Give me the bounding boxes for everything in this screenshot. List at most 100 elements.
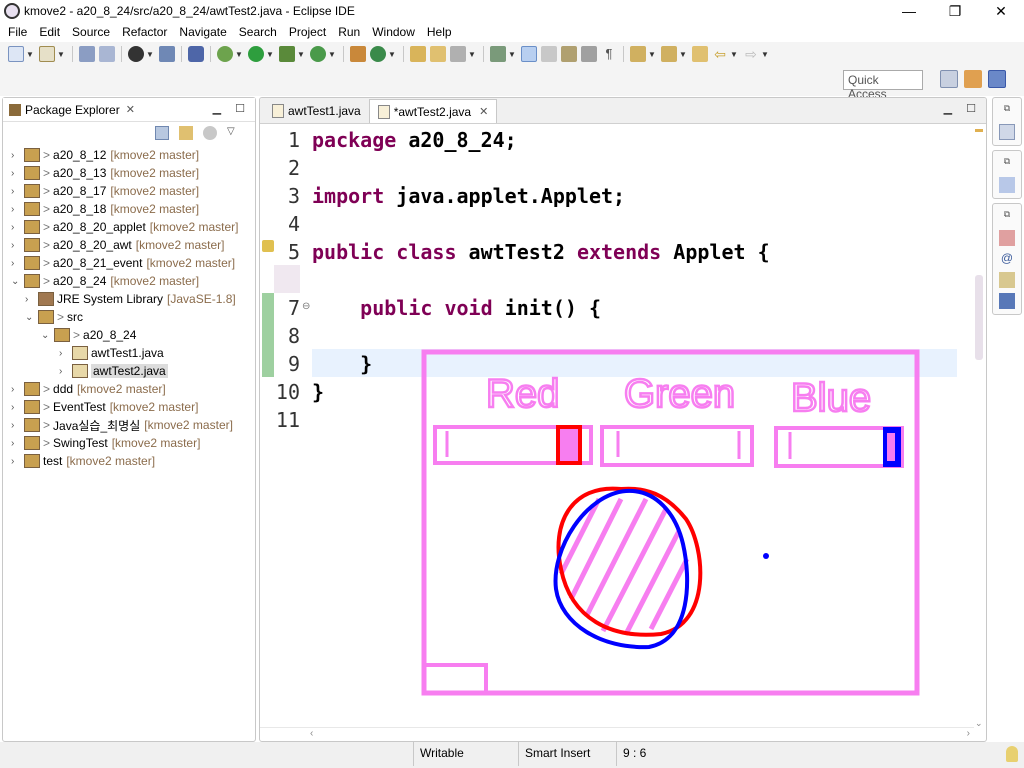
debug-icon[interactable] [217, 46, 233, 62]
new-dropdown-icon[interactable]: ▼ [26, 50, 34, 59]
menu-help[interactable]: Help [421, 22, 458, 42]
git-icon[interactable] [128, 46, 144, 62]
fold-toggle-icon[interactable]: ⊖ [302, 301, 310, 312]
expand-toggle-icon[interactable]: › [11, 402, 21, 413]
external-tools-dropdown-icon[interactable]: ▼ [328, 50, 336, 59]
java-perspective-icon[interactable] [988, 70, 1006, 88]
declaration-icon[interactable] [999, 272, 1015, 288]
block-selection-icon[interactable] [541, 46, 557, 62]
vertical-scrollbar[interactable]: ⌄ [972, 125, 986, 728]
scroll-down-icon[interactable]: ⌄ [975, 718, 983, 729]
expand-toggle-icon[interactable]: › [11, 258, 21, 269]
menu-navigate[interactable]: Navigate [173, 22, 232, 42]
problems-icon[interactable] [999, 230, 1015, 246]
expand-toggle-icon[interactable]: ⌄ [25, 312, 35, 323]
save-all-icon[interactable] [99, 46, 115, 62]
close-view-icon[interactable]: ✕ [126, 103, 135, 116]
close-button[interactable]: ✕ [978, 0, 1024, 22]
scroll-left-icon[interactable]: ‹ [310, 728, 313, 739]
expand-toggle-icon[interactable]: › [11, 168, 21, 179]
tree-item[interactable]: › > Java실습_최명실 [kmove2 master] [11, 416, 233, 434]
tab-awttest1[interactable]: awtTest1.java [264, 99, 369, 123]
tree-item[interactable]: ⌄ > a20_8_24 [41, 326, 136, 344]
code-line[interactable]: } [312, 378, 324, 406]
focus-icon[interactable] [203, 126, 217, 140]
tree-item[interactable]: › > a20_8_21_event [kmove2 master] [11, 254, 235, 272]
expand-toggle-icon[interactable]: ⌄ [11, 276, 21, 287]
restore-icon[interactable]: ⧉ [999, 156, 1015, 172]
git-dropdown-icon[interactable]: ▼ [146, 50, 154, 59]
debug-dropdown-icon[interactable]: ▼ [235, 50, 243, 59]
menu-file[interactable]: File [2, 22, 33, 42]
back-icon[interactable]: ⇦ [712, 46, 728, 62]
expand-toggle-icon[interactable]: › [25, 294, 35, 305]
search-dropdown-icon[interactable]: ▼ [468, 50, 476, 59]
code-line[interactable]: public void init() { [312, 294, 601, 322]
expand-toggle-icon[interactable]: › [11, 384, 21, 395]
tab-awttest2[interactable]: *awtTest2.java ✕ [368, 99, 498, 123]
open-perspective-icon[interactable] [940, 70, 958, 88]
maximize-editor-icon[interactable]: ☐ [966, 102, 976, 115]
package-explorer-title[interactable]: Package Explorer [25, 103, 120, 117]
menu-source[interactable]: Source [66, 22, 116, 42]
menu-project[interactable]: Project [283, 22, 332, 42]
tree-item[interactable]: ⌄ > a20_8_24 [kmove2 master] [11, 272, 199, 290]
new-wizard-icon[interactable] [39, 46, 55, 62]
expand-toggle-icon[interactable]: › [11, 222, 21, 233]
tree-item[interactable]: › > a20_8_13 [kmove2 master] [11, 164, 199, 182]
tip-bulb-icon[interactable] [1006, 746, 1018, 762]
tree-item[interactable]: › > a20_8_20_awt [kmove2 master] [11, 236, 224, 254]
minimize-view-icon[interactable]: ▁ [213, 102, 221, 115]
expand-toggle-icon[interactable]: › [59, 366, 69, 377]
tree-item[interactable]: ⌄ > src [25, 308, 83, 326]
tree-item[interactable]: › > a20_8_18 [kmove2 master] [11, 200, 199, 218]
new-icon[interactable] [8, 46, 24, 62]
console-view-icon[interactable] [999, 293, 1015, 309]
coverage-dropdown-icon[interactable]: ▼ [297, 50, 305, 59]
code-line[interactable]: } [312, 350, 372, 378]
annotation-dropdown-icon[interactable]: ▼ [508, 50, 516, 59]
tree-item[interactable]: › > a20_8_12 [kmove2 master] [11, 146, 199, 164]
pilcrow-icon[interactable]: ¶ [601, 46, 617, 62]
task-list-icon[interactable] [999, 124, 1015, 140]
console-icon[interactable] [159, 46, 175, 62]
coverage-icon[interactable] [279, 46, 295, 62]
scroll-right-icon[interactable]: › [967, 728, 970, 739]
forward-dropdown-icon[interactable]: ▼ [761, 50, 769, 59]
class-dropdown-icon[interactable]: ▼ [388, 50, 396, 59]
maximize-button[interactable]: ❐ [932, 0, 978, 22]
search-icon[interactable] [450, 46, 466, 62]
mark-occurrences-icon[interactable] [521, 46, 537, 62]
minimize-button[interactable]: — [886, 0, 932, 22]
wizard-dropdown-icon[interactable]: ▼ [57, 50, 65, 59]
tree-item[interactable]: › JRE System Library [JavaSE-1.8] [25, 290, 236, 308]
view-menu-icon[interactable]: ▽ [227, 126, 241, 140]
scrollbar-thumb[interactable] [975, 275, 983, 360]
java-ee-perspective-icon[interactable] [964, 70, 982, 88]
run-dropdown-icon[interactable]: ▼ [266, 50, 274, 59]
link-with-editor-icon[interactable] [179, 126, 193, 140]
toggle-annotation-icon[interactable] [490, 46, 506, 62]
tree-item[interactable]: › awtTest2.java [59, 362, 168, 380]
restore-icon[interactable]: ⧉ [999, 103, 1015, 119]
tree-item[interactable]: › > SwingTest [kmove2 master] [11, 434, 200, 452]
save-icon[interactable] [79, 46, 95, 62]
previous-annotation-icon[interactable] [661, 46, 677, 62]
tree-item[interactable]: › > ddd [kmove2 master] [11, 380, 166, 398]
quick-access-field[interactable]: Quick Access [843, 70, 923, 101]
tree-item[interactable]: › > EventTest [kmove2 master] [11, 398, 198, 416]
show-whitespace-icon[interactable] [581, 46, 597, 62]
expand-toggle-icon[interactable]: › [11, 186, 21, 197]
word-wrap-icon[interactable] [561, 46, 577, 62]
code-line[interactable]: public class awtTest2 extends Applet { [312, 238, 770, 266]
back-dropdown-icon[interactable]: ▼ [730, 50, 738, 59]
last-edit-icon[interactable] [692, 46, 708, 62]
tree-item[interactable]: › test [kmove2 master] [11, 452, 155, 470]
run-icon[interactable] [248, 46, 264, 62]
next-annotation-icon[interactable] [630, 46, 646, 62]
open-type-icon[interactable] [410, 46, 426, 62]
expand-toggle-icon[interactable]: › [11, 150, 21, 161]
minimize-editor-icon[interactable]: ▁ [944, 102, 952, 115]
warning-marker-icon[interactable] [262, 240, 274, 252]
new-java-class-icon[interactable] [370, 46, 386, 62]
